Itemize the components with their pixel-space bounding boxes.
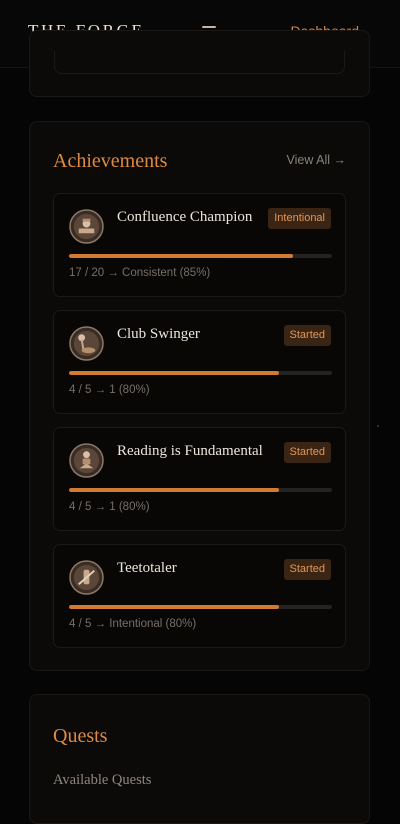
achievement-title: Teetotaler [117,560,177,576]
club-medal-icon [69,326,104,361]
quests-title: Quests [53,725,108,747]
previous-section-card-edge [54,51,345,74]
achievement-card[interactable]: Club Swinger Started 4 / 5 → 1 (80%) [53,310,346,414]
progress-fill [69,254,293,258]
progress-fill [69,488,280,492]
achievement-card[interactable]: Confluence Champion Intentional 17 / 20 … [53,193,346,297]
quests-panel: Quests Available Quests [29,694,370,824]
book-medal-icon [69,443,104,478]
progress-text: 4 / 5 → 1 (80%) [69,384,150,396]
status-badge: Started [283,559,331,580]
decorative-dot [377,425,379,427]
achievement-title: Reading is Fundamental [117,443,263,459]
achievement-title: Club Swinger [117,326,200,342]
achievement-title: Confluence Champion [117,209,253,225]
previous-section-panel [29,30,370,97]
achievement-card[interactable]: Reading is Fundamental Started 4 / 5 → 1… [53,427,346,531]
status-badge: Started [283,325,331,346]
status-badge: Started [283,442,331,463]
achievement-card[interactable]: Teetotaler Started 4 / 5 → Intentional (… [53,544,346,648]
no-drink-medal-icon [69,560,104,595]
progress-bar [69,605,332,609]
view-all-link[interactable]: View All → [286,153,346,167]
progress-fill [69,605,280,609]
progress-text: 4 / 5 → Intentional (80%) [69,618,197,630]
progress-bar [69,254,332,258]
champion-medal-icon [69,209,104,244]
status-badge: Intentional [268,208,331,229]
progress-text: 17 / 20 → Consistent (85%) [69,267,211,279]
achievements-title: Achievements [53,150,168,172]
achievements-panel: Achievements View All → Confluence Champ… [29,121,370,671]
available-quests-heading: Available Quests [53,772,152,788]
progress-fill [69,371,280,375]
progress-text: 4 / 5 → 1 (80%) [69,501,150,513]
progress-bar [69,488,332,492]
progress-bar [69,371,332,375]
